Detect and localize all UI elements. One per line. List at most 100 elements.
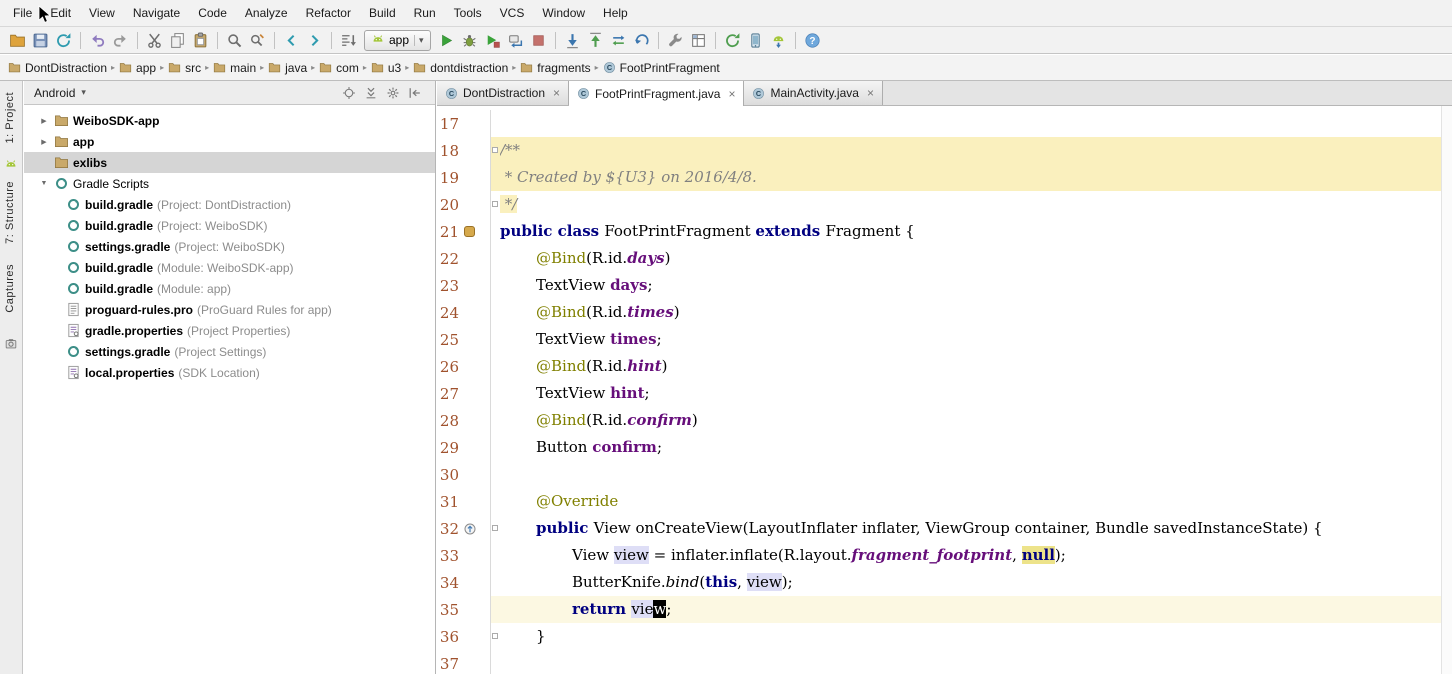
menu-help[interactable]: Help bbox=[594, 3, 637, 23]
fold-marker[interactable] bbox=[492, 633, 498, 639]
help-button[interactable]: ? bbox=[801, 29, 824, 52]
menu-tools[interactable]: Tools bbox=[445, 3, 491, 23]
vcs-compare-button[interactable] bbox=[607, 29, 630, 52]
run-button[interactable] bbox=[435, 29, 458, 52]
code-line-27[interactable]: 27TextView hint; bbox=[437, 380, 1441, 407]
code-line-22[interactable]: 22@Bind(R.id.days) bbox=[437, 245, 1441, 272]
gear-button[interactable] bbox=[383, 83, 403, 103]
gutter-line-21[interactable]: 21 bbox=[437, 218, 491, 245]
gutter-line-36[interactable]: 36 bbox=[437, 623, 491, 650]
code-line-23[interactable]: 23TextView days; bbox=[437, 272, 1441, 299]
gutter-line-19[interactable]: 19 bbox=[437, 164, 491, 191]
gutter-line-35[interactable]: 35 bbox=[437, 596, 491, 623]
undo-button[interactable] bbox=[86, 29, 109, 52]
code-editor[interactable]: 1718/**19 * Created by ${U3} on 2016/4/8… bbox=[437, 106, 1441, 674]
code-line-25[interactable]: 25TextView times; bbox=[437, 326, 1441, 353]
tree-item-build-gradle[interactable]: build.gradle(Project: WeiboSDK) bbox=[24, 215, 435, 236]
gutter-line-24[interactable]: 24 bbox=[437, 299, 491, 326]
gutter-line-28[interactable]: 28 bbox=[437, 407, 491, 434]
vcs-commit-button[interactable] bbox=[584, 29, 607, 52]
hide-panel-button[interactable] bbox=[405, 83, 425, 103]
tab-footprintfragment-java[interactable]: CFootPrintFragment.java× bbox=[569, 81, 744, 106]
menu-file[interactable]: File bbox=[4, 3, 41, 23]
tool-window-button[interactable] bbox=[4, 337, 18, 354]
forward-button[interactable] bbox=[303, 29, 326, 52]
tool-window-button-captures[interactable]: Captures bbox=[4, 264, 16, 313]
code-line-19[interactable]: 19 * Created by ${U3} on 2016/4/8. bbox=[437, 164, 1441, 191]
menu-refactor[interactable]: Refactor bbox=[297, 3, 360, 23]
vcs-update-button[interactable] bbox=[561, 29, 584, 52]
breadcrumb-app[interactable]: app bbox=[119, 61, 156, 75]
tree-item-settings-gradle[interactable]: settings.gradle(Project Settings) bbox=[24, 341, 435, 362]
menu-view[interactable]: View bbox=[80, 3, 124, 23]
tool-window-button[interactable] bbox=[4, 158, 18, 175]
menu-build[interactable]: Build bbox=[360, 3, 405, 23]
replace-button[interactable] bbox=[246, 29, 269, 52]
code-line-21[interactable]: 21public class FootPrintFragment extends… bbox=[437, 218, 1441, 245]
project-structure-button[interactable] bbox=[687, 29, 710, 52]
breadcrumb-dontdistraction[interactable]: DontDistraction bbox=[8, 61, 107, 75]
collapse-all-button[interactable] bbox=[361, 83, 381, 103]
tab-mainactivity-java[interactable]: CMainActivity.java× bbox=[744, 81, 883, 105]
code-line-18[interactable]: 18/** bbox=[437, 137, 1441, 164]
open-folder-button[interactable] bbox=[6, 29, 29, 52]
code-line-36[interactable]: 36} bbox=[437, 623, 1441, 650]
code-line-37[interactable]: 37 bbox=[437, 650, 1441, 674]
code-line-35[interactable]: 35return view; bbox=[437, 596, 1441, 623]
back-button[interactable] bbox=[280, 29, 303, 52]
gutter-line-31[interactable]: 31 bbox=[437, 488, 491, 515]
chevron-right-icon[interactable]: ▶ bbox=[38, 138, 50, 146]
close-icon[interactable]: × bbox=[728, 87, 735, 101]
fold-marker[interactable] bbox=[492, 201, 498, 207]
breadcrumb-footprintfragment[interactable]: CFootPrintFragment bbox=[603, 61, 720, 75]
gutter-line-26[interactable]: 26 bbox=[437, 353, 491, 380]
cut-button[interactable] bbox=[143, 29, 166, 52]
tree-item-gradle-properties[interactable]: gradle.properties(Project Properties) bbox=[24, 320, 435, 341]
code-line-17[interactable]: 17 bbox=[437, 110, 1441, 137]
gutter-line-37[interactable]: 37 bbox=[437, 650, 491, 674]
gutter-line-32[interactable]: 32 bbox=[437, 515, 491, 542]
code-line-28[interactable]: 28@Bind(R.id.confirm) bbox=[437, 407, 1441, 434]
breadcrumb-u3[interactable]: u3 bbox=[371, 61, 401, 75]
breadcrumb-main[interactable]: main bbox=[213, 61, 256, 75]
code-line-30[interactable]: 30 bbox=[437, 461, 1441, 488]
code-line-26[interactable]: 26@Bind(R.id.hint) bbox=[437, 353, 1441, 380]
fold-marker[interactable] bbox=[492, 525, 498, 531]
gutter-line-17[interactable]: 17 bbox=[437, 110, 491, 137]
gutter-line-18[interactable]: 18 bbox=[437, 137, 491, 164]
sort-lines-button[interactable] bbox=[337, 29, 360, 52]
code-line-32[interactable]: 32public View onCreateView(LayoutInflate… bbox=[437, 515, 1441, 542]
close-icon[interactable]: × bbox=[867, 86, 874, 100]
debug-button[interactable] bbox=[458, 29, 481, 52]
avd-manager-button[interactable] bbox=[744, 29, 767, 52]
gutter-line-25[interactable]: 25 bbox=[437, 326, 491, 353]
vcs-revert-button[interactable] bbox=[630, 29, 653, 52]
tab-dontdistraction[interactable]: CDontDistraction× bbox=[437, 81, 569, 105]
breadcrumb-java[interactable]: java bbox=[268, 61, 307, 75]
tree-item-gradle-scripts[interactable]: ▼Gradle Scripts bbox=[24, 173, 435, 194]
tree-item-build-gradle[interactable]: build.gradle(Module: app) bbox=[24, 278, 435, 299]
tree-item-build-gradle[interactable]: build.gradle(Module: WeiboSDK-app) bbox=[24, 257, 435, 278]
breadcrumb-com[interactable]: com bbox=[319, 61, 359, 75]
close-icon[interactable]: × bbox=[553, 86, 560, 100]
menu-code[interactable]: Code bbox=[189, 3, 236, 23]
gutter-line-29[interactable]: 29 bbox=[437, 434, 491, 461]
copy-button[interactable] bbox=[166, 29, 189, 52]
tree-item-settings-gradle[interactable]: settings.gradle(Project: WeiboSDK) bbox=[24, 236, 435, 257]
settings-wrench-button[interactable] bbox=[664, 29, 687, 52]
tree-item-app[interactable]: ▶app bbox=[24, 131, 435, 152]
synchronize-button[interactable] bbox=[52, 29, 75, 52]
code-line-31[interactable]: 31@Override bbox=[437, 488, 1441, 515]
locate-button[interactable] bbox=[339, 83, 359, 103]
tree-item-build-gradle[interactable]: build.gradle(Project: DontDistraction) bbox=[24, 194, 435, 215]
overriding-method-icon[interactable] bbox=[464, 523, 476, 535]
gutter-line-20[interactable]: 20 bbox=[437, 191, 491, 218]
menu-run[interactable]: Run bbox=[405, 3, 445, 23]
code-line-33[interactable]: 33View view = inflater.inflate(R.layout.… bbox=[437, 542, 1441, 569]
find-button[interactable] bbox=[223, 29, 246, 52]
gutter-marker-icon[interactable] bbox=[464, 226, 475, 237]
tool-window-button-1-project[interactable]: 1: Project bbox=[4, 92, 16, 143]
gutter-line-34[interactable]: 34 bbox=[437, 569, 491, 596]
run-config-selector[interactable]: app▾ bbox=[364, 30, 431, 51]
chevron-right-icon[interactable]: ▶ bbox=[38, 117, 50, 125]
